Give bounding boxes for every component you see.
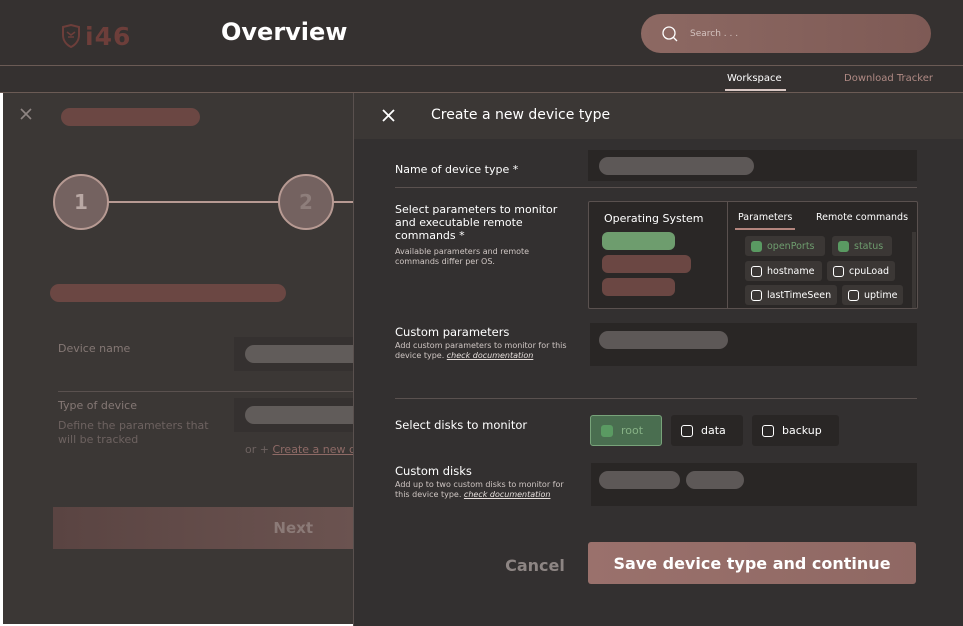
divider <box>58 391 354 392</box>
param-label: cpuLoad <box>849 265 890 277</box>
device-name-field[interactable] <box>234 337 354 371</box>
disk-option-data[interactable]: data <box>671 415 743 446</box>
disk-option-root[interactable]: root <box>590 415 662 446</box>
search-bar[interactable] <box>641 14 931 53</box>
next-button[interactable]: Next <box>53 507 353 549</box>
modal-header: Create a new device type <box>354 93 963 139</box>
checkbox <box>751 289 762 301</box>
checkbox <box>601 424 613 437</box>
disks-label: Select disks to monitor <box>395 418 528 432</box>
scrollbar[interactable] <box>912 232 916 308</box>
divider <box>395 187 917 188</box>
close-icon[interactable] <box>19 107 33 121</box>
tab-download-tracker[interactable]: Download Tracker <box>844 73 933 84</box>
create-prefix: or + <box>245 443 273 456</box>
tab-parameters[interactable]: Parameters <box>734 212 796 230</box>
parameter-checkboxes: openPorts status hostname cpuLoad lastTi… <box>729 232 917 308</box>
sub-navigation: Workspace Download Tracker <box>0 66 963 93</box>
parameter-tabs: Parameters Remote commands <box>729 202 917 232</box>
parameters-label: Select parameters to monitor and executa… <box>395 203 558 242</box>
param-chip-status[interactable]: status <box>832 236 892 256</box>
device-type-help: Define the parameters that will be track… <box>58 419 209 446</box>
os-option[interactable] <box>602 278 675 296</box>
create-device-type-modal: Create a new device type Name of device … <box>353 93 963 626</box>
checkbox <box>762 424 774 437</box>
param-label: status <box>854 240 884 252</box>
search-icon <box>662 25 678 41</box>
param-label: lastTimeSeen <box>767 289 832 301</box>
checkbox <box>751 240 762 252</box>
param-chip-lasttimeseen[interactable]: lastTimeSeen <box>745 285 837 305</box>
logo-text: i46 <box>85 21 132 51</box>
tab-workspace[interactable]: Workspace <box>725 73 786 91</box>
documentation-link[interactable]: check documentation <box>447 351 534 360</box>
checkbox <box>751 265 762 277</box>
param-chip-cpuload[interactable]: cpuLoad <box>827 261 895 281</box>
param-chip-hostname[interactable]: hostname <box>745 261 822 281</box>
param-chip-uptime[interactable]: uptime <box>842 285 903 305</box>
parameters-help: Available parameters and remote commands… <box>395 247 530 266</box>
top-header: i46 Overview <box>0 0 963 66</box>
disk-label: root <box>621 424 644 437</box>
param-chip-openports[interactable]: openPorts <box>745 236 825 256</box>
custom-parameters-help: Add custom parameters to monitor for thi… <box>395 341 567 360</box>
checkbox <box>681 424 693 437</box>
divider <box>395 398 917 399</box>
wizard-header <box>3 93 354 140</box>
os-title: Operating System <box>604 212 704 225</box>
device-type-name-input[interactable] <box>588 150 917 181</box>
parameter-selector: Operating System Parameters Remote comma… <box>588 201 918 309</box>
save-and-continue-button[interactable]: Save device type and continue <box>588 542 916 584</box>
custom-disks-input[interactable] <box>591 463 917 506</box>
custom-parameters-label: Custom parameters <box>395 325 510 339</box>
step-title-placeholder <box>50 284 286 302</box>
search-input[interactable] <box>690 28 890 39</box>
device-type-select[interactable] <box>234 398 354 432</box>
checkbox <box>848 289 859 301</box>
step-indicator-1: 1 <box>53 174 109 230</box>
step-connector <box>332 201 354 203</box>
custom-disks-label: Custom disks <box>395 464 472 478</box>
cancel-button[interactable]: Cancel <box>495 551 575 579</box>
os-option[interactable] <box>602 255 691 273</box>
close-icon[interactable] <box>381 108 396 123</box>
os-option[interactable] <box>602 232 675 250</box>
modal-title: Create a new device type <box>431 107 611 123</box>
page-title: Overview <box>221 18 348 46</box>
param-label: uptime <box>864 289 898 301</box>
checkbox <box>838 240 849 252</box>
create-device-type-row: or + Create a new device type <box>245 443 354 456</box>
disk-option-backup[interactable]: backup <box>752 415 839 446</box>
wizard-title-placeholder <box>61 108 200 126</box>
tab-remote-commands[interactable]: Remote commands <box>816 212 908 223</box>
disk-label: data <box>701 424 726 437</box>
checkbox <box>833 265 844 277</box>
step-connector <box>107 201 280 203</box>
shield-icon <box>62 24 80 48</box>
step-indicator-2: 2 <box>278 174 334 230</box>
create-device-type-link[interactable]: Create a new device type <box>272 443 354 456</box>
param-label: openPorts <box>767 240 815 252</box>
custom-disks-help: Add up to two custom disks to monitor fo… <box>395 480 564 499</box>
param-label: hostname <box>767 265 815 277</box>
custom-parameters-input[interactable] <box>590 323 917 366</box>
device-type-name-label: Name of device type * <box>395 163 519 176</box>
documentation-link[interactable]: check documentation <box>464 490 551 499</box>
device-type-label: Type of device <box>58 399 137 412</box>
os-list: Operating System <box>589 202 728 308</box>
device-wizard-panel: 1 2 Device name Type of device Define th… <box>3 93 354 624</box>
device-name-label: Device name <box>58 342 131 355</box>
disk-label: backup <box>782 424 822 437</box>
app-logo[interactable]: i46 <box>60 20 131 52</box>
